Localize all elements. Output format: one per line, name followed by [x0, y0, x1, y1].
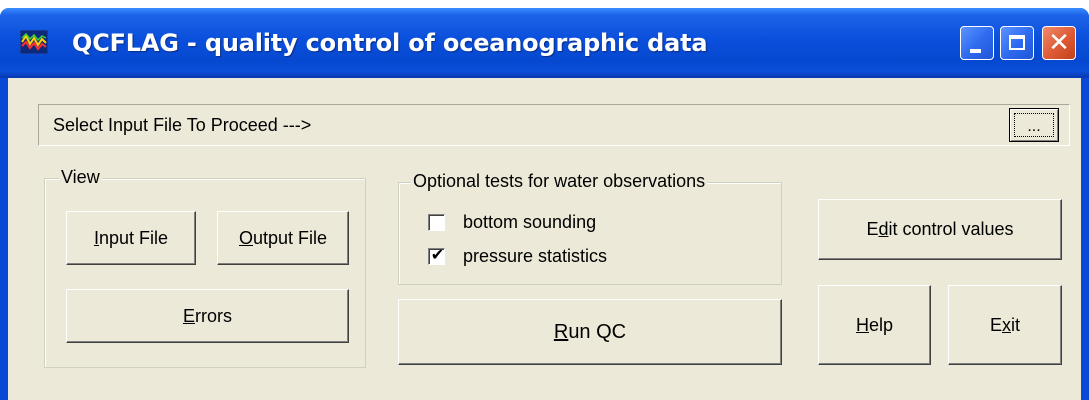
minimize-button[interactable]	[960, 26, 994, 60]
pressure-statistics-checkbox[interactable]: ✔	[428, 244, 445, 265]
edit-control-values-button-label: Edit control values	[866, 219, 1014, 239]
minimize-icon	[970, 49, 981, 53]
output-file-button-label: Output File	[238, 227, 328, 248]
help-button[interactable]: Help	[818, 285, 931, 365]
chart-wave-icon	[20, 30, 48, 54]
maximize-icon	[1009, 35, 1025, 50]
view-group-legend: View	[59, 167, 102, 188]
dialog-body: Select Input File To Proceed ---> ... Vi…	[8, 78, 1081, 400]
errors-button-label: Errors	[182, 305, 232, 326]
browse-button-label: ...	[1014, 113, 1054, 137]
browse-button[interactable]: ...	[1009, 108, 1059, 142]
pressure-statistics-label: pressure statistics	[463, 245, 608, 266]
main-window: QCFLAG - quality control of oceanographi…	[0, 8, 1089, 400]
input-file-field[interactable]: Select Input File To Proceed ---> ...	[38, 104, 1070, 146]
bottom-sounding-label: bottom sounding	[463, 211, 597, 232]
title-bar[interactable]: QCFLAG - quality control of oceanographi…	[0, 8, 1089, 78]
window-title: QCFLAG - quality control of oceanographi…	[72, 29, 708, 57]
exit-button[interactable]: Exit	[948, 285, 1062, 365]
input-file-button-label: Input File	[93, 227, 169, 248]
pressure-statistics-option[interactable]: ✔ pressure statistics	[428, 244, 607, 268]
output-file-button[interactable]: Output File	[217, 211, 349, 265]
input-file-button[interactable]: Input File	[66, 211, 196, 265]
maximize-button[interactable]	[1000, 26, 1034, 60]
run-qc-button[interactable]: Run QC	[398, 299, 782, 365]
close-button[interactable]: ✕	[1042, 26, 1076, 60]
bottom-sounding-checkbox[interactable]	[428, 213, 445, 231]
exit-button-label: Exit	[989, 314, 1020, 335]
help-button-label: Help	[855, 314, 894, 335]
checkmark-icon: ✔	[430, 244, 445, 264]
errors-button[interactable]: Errors	[66, 289, 349, 343]
optional-tests-legend: Optional tests for water observations	[411, 171, 708, 192]
run-qc-button-label: Run QC	[553, 320, 627, 343]
input-file-label: Select Input File To Proceed --->	[53, 115, 312, 135]
edit-control-values-button[interactable]: Edit control values	[818, 199, 1062, 260]
bottom-sounding-option[interactable]: bottom sounding	[428, 210, 596, 234]
close-icon: ✕	[1048, 28, 1070, 58]
